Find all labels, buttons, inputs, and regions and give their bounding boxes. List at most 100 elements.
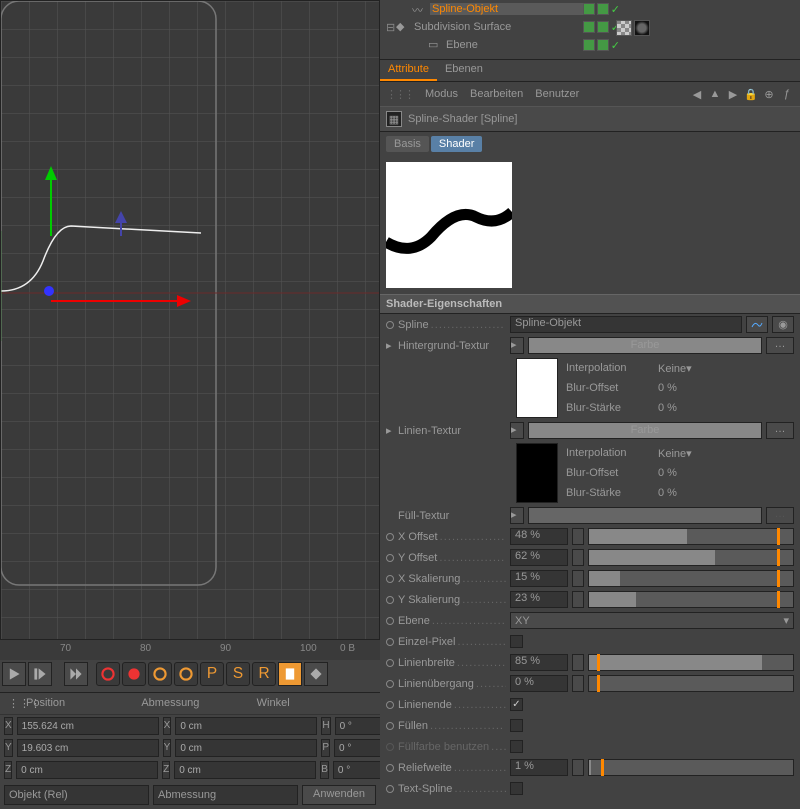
tex-menu-button[interactable]: ▸ [510,337,524,354]
object-row[interactable]: ⊟◆Subdivision Surface✓ [380,18,800,36]
x_offset-input[interactable]: 48 % [510,528,568,545]
linienbreite-slider[interactable] [588,654,794,671]
anim-ring-icon[interactable] [386,638,394,646]
linien-swatch[interactable] [516,443,558,503]
linienuebergang-slider[interactable] [588,675,794,692]
axis-z-arrow[interactable] [101,211,141,241]
object-manager[interactable]: 〰Spline-Objekt✓⊟◆Subdivision Surface✓▭Eb… [380,0,800,60]
position-input[interactable] [17,739,159,757]
reliefweite-slider[interactable] [588,759,794,776]
hg-interpolation-select[interactable]: Keine▾ [658,362,794,375]
shader-preview[interactable] [386,162,512,288]
axis-y-arrow[interactable] [41,166,61,236]
coord-dim-select[interactable]: Abmessung [153,785,298,805]
record-button[interactable] [96,662,120,686]
x_skal-input[interactable]: 15 % [510,570,568,587]
dimension-input[interactable] [174,761,316,779]
spinner[interactable] [572,528,584,545]
coord-mode-select[interactable]: Objekt (Rel) [4,785,149,805]
reliefweite-input[interactable]: 1 % [510,759,568,776]
anim-ring-icon[interactable] [386,680,394,688]
ebene-select[interactable]: XY▾ [510,612,794,629]
menu-modus[interactable]: Modus [425,88,458,100]
anim-ring-icon[interactable] [386,554,394,562]
anim-ring-icon[interactable] [386,722,394,730]
y_skal-slider[interactable] [588,591,794,608]
dimension-input[interactable] [175,717,317,735]
step-button[interactable] [28,662,52,686]
expand-icon[interactable]: ▸ [386,339,394,352]
linien-textur-browse[interactable]: … [766,422,794,439]
nav-fwd-icon[interactable]: ▶ [726,87,740,101]
viewport-3d[interactable] [0,0,380,640]
position-input[interactable] [17,717,159,735]
vis-editor-toggle[interactable] [583,21,595,33]
spinner[interactable] [572,675,584,692]
new-icon[interactable]: ⊕ [762,87,776,101]
linienende-checkbox[interactable] [510,698,523,711]
material-tag-icon[interactable] [634,20,650,36]
apply-button[interactable]: Anwenden [302,785,376,805]
hg-blur-staerke-input[interactable]: 0 % [658,402,677,414]
func-icon[interactable]: ƒ [780,87,794,101]
spinner[interactable] [572,549,584,566]
fuellen-checkbox[interactable] [510,719,523,732]
autokey-button[interactable] [122,662,146,686]
menu-bearbeiten[interactable]: Bearbeiten [470,88,523,100]
spinner[interactable] [572,591,584,608]
nav-back-icon[interactable]: ◀ [690,87,704,101]
keyframe-button[interactable] [304,662,328,686]
expand-icon[interactable]: ⊟ [386,21,396,34]
key-rot-button[interactable]: R [252,662,276,686]
spinner[interactable] [572,759,584,776]
tex-menu-button[interactable]: ▸ [510,422,524,439]
vis-editor-toggle[interactable] [583,3,595,15]
vis-render-toggle[interactable] [597,39,609,51]
expand-icon[interactable]: ▸ [386,424,394,437]
lock-icon[interactable]: 🔒 [744,87,758,101]
vis-render-toggle[interactable] [597,21,609,33]
axis-x-arrow[interactable] [51,291,191,311]
anim-ring-icon[interactable] [386,575,394,583]
y_offset-input[interactable]: 62 % [510,549,568,566]
y_offset-slider[interactable] [588,549,794,566]
object-row[interactable]: 〰Spline-Objekt✓ [380,0,800,18]
vis-render-toggle[interactable] [597,3,609,15]
linienbreite-input[interactable]: 85 % [510,654,568,671]
y_skal-input[interactable]: 23 % [510,591,568,608]
lt-interpolation-select[interactable]: Keine▾ [658,447,794,460]
tag-icon[interactable] [616,20,632,36]
key-all-button[interactable] [148,662,172,686]
lt-blur-offset-input[interactable]: 0 % [658,467,677,479]
play-button[interactable] [2,662,26,686]
hg-textur-browse[interactable]: … [766,337,794,354]
linien-textur-bar[interactable]: Farbe [528,422,762,439]
object-row[interactable]: ▭Ebene✓ [380,36,800,54]
tab-ebenen[interactable]: Ebenen [437,60,491,81]
enable-check-icon[interactable]: ✓ [611,3,620,16]
linienuebergang-input[interactable]: 0 % [510,675,568,692]
spline-link-field[interactable]: Spline-Objekt [510,316,742,333]
menu-benutzer[interactable]: Benutzer [535,88,579,100]
key-pos-button[interactable]: P [200,662,224,686]
anim-ring-icon[interactable] [386,596,394,604]
lt-blur-staerke-input[interactable]: 0 % [658,487,677,499]
anim-ring-icon[interactable] [386,533,394,541]
dimension-input[interactable] [175,739,317,757]
tab-shader[interactable]: Shader [431,136,482,152]
spinner[interactable] [572,570,584,587]
spline-icon-button[interactable] [746,316,768,333]
hg-swatch[interactable] [516,358,558,418]
spline-pick-button[interactable]: ◉ [772,316,794,333]
anim-ring-icon[interactable] [386,764,394,772]
tex-menu-button[interactable]: ▸ [510,507,524,524]
anim-ring-icon[interactable] [386,743,394,751]
anim-ring-icon[interactable] [386,321,394,329]
x_offset-slider[interactable] [588,528,794,545]
enable-check-icon[interactable]: ✓ [611,39,620,52]
hg-textur-bar[interactable]: Farbe [528,337,762,354]
key-scale-button[interactable]: S [226,662,250,686]
hg-blur-offset-input[interactable]: 0 % [658,382,677,394]
tab-basis[interactable]: Basis [386,136,429,152]
vis-editor-toggle[interactable] [583,39,595,51]
